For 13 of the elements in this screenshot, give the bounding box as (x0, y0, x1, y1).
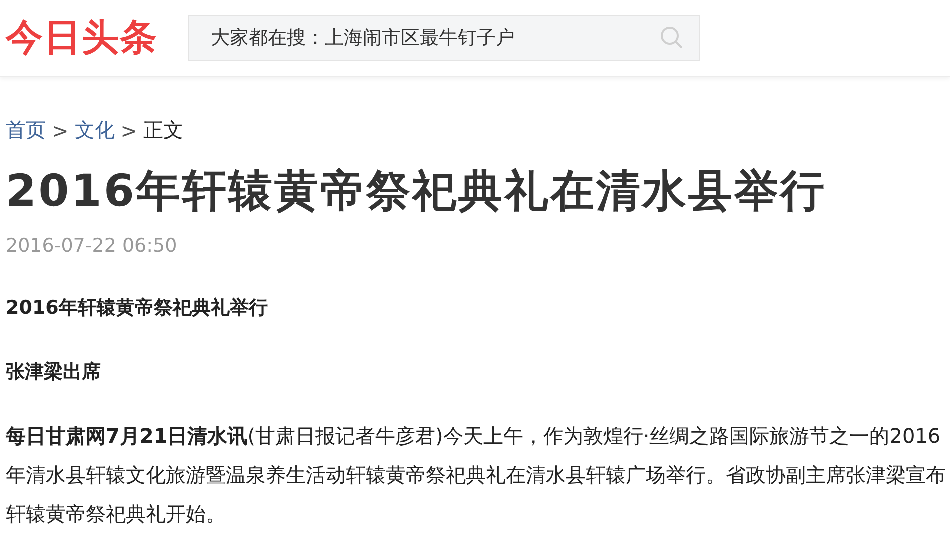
publish-time: 2016-07-22 06:50 (6, 235, 178, 257)
article-title: 2016年轩辕黄帝祭祀典礼在清水县举行 (6, 165, 828, 219)
breadcrumb-current: 正文 (144, 117, 184, 144)
breadcrumb-separator: > (120, 118, 138, 142)
article-paragraph: 每日甘肃网7月21日清水讯(甘肃日报记者牛彦君)今天上午，作为敦煌行·丝绸之路国际旅游节之一的2016年清水县轩辕文化旅游暨温泉养生活动轩辕黄帝祭祀典礼在清水县轩辕广场举行。省政协副主席张津梁宣布轩辕黄帝祭祀典礼开始。 (6, 423, 946, 528)
breadcrumb-link[interactable]: 文化 (74, 117, 115, 144)
search-field[interactable]: 大家都在搜：上海闹市区最牛钉子户 (188, 15, 700, 61)
subheading: 2016年轩辕黄帝祭祀典礼举行 (6, 296, 269, 321)
search-icon[interactable] (660, 26, 684, 50)
subheading: 张津梁出席 (6, 360, 102, 385)
logo[interactable]: 今日头条 (6, 13, 158, 63)
breadcrumb-link[interactable]: 首页 (6, 117, 46, 144)
breadcrumb-separator: > (52, 118, 69, 142)
